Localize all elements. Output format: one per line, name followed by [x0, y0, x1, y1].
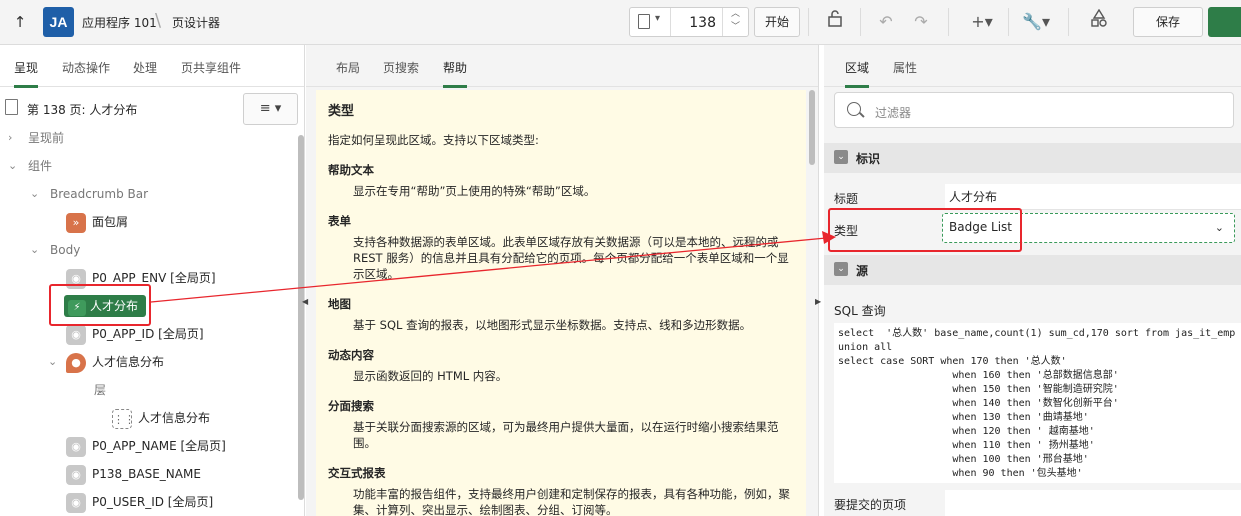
help-term: 交互式报表: [328, 466, 386, 480]
chevron-down-icon[interactable]: ⌄: [48, 348, 57, 376]
title-property: 标题 人才分布: [824, 184, 1241, 210]
mid-tabs: 布局 页搜索 帮助: [306, 45, 818, 88]
hidden-item-icon: ◉: [66, 464, 86, 485]
hidden-item-icon: ◉: [66, 492, 86, 513]
tab-layout[interactable]: 布局: [336, 59, 360, 85]
tab-help[interactable]: 帮助: [443, 59, 468, 88]
tab-attributes[interactable]: 属性: [893, 59, 917, 85]
annotation-box-selected-node: [49, 284, 151, 326]
help-term: 分面搜索: [328, 399, 374, 413]
items-to-submit-field[interactable]: [945, 490, 1241, 516]
help-scrollbar[interactable]: [809, 90, 815, 165]
tree-node-p138-base-name[interactable]: ◉ P138_BASE_NAME: [66, 460, 201, 488]
redo-icon[interactable]: ↷: [908, 9, 934, 35]
page-number-input[interactable]: 138: [689, 15, 716, 31]
help-title: 类型: [328, 104, 355, 119]
filter-placeholder: 过滤器: [875, 106, 912, 120]
page-selector[interactable]: ▾ 138 ︿ ﹀: [629, 7, 749, 37]
page-title[interactable]: 第 138 页: 人才分布: [27, 101, 137, 118]
create-menu-icon[interactable]: +▾: [965, 9, 999, 35]
help-desc: 基于 SQL 查询的报表，以地图形式显示坐标数据。支持点、线和多边形数据。: [353, 318, 752, 332]
property-editor-panel: 区域 属性 过滤器 ⌄ 标识 标题 人才分布 类型 Badge List ⌄ ⌄…: [824, 45, 1241, 516]
help-term: 动态内容: [328, 348, 374, 362]
help-intro: 指定如何呈现此区域。支持以下区域类型:: [328, 133, 539, 147]
annotation-box-type: [828, 208, 1022, 252]
chevron-down-icon[interactable]: ⌄: [30, 236, 39, 264]
arrow-up-icon[interactable]: ↑: [10, 12, 30, 32]
tree-node-p0-app-name[interactable]: ◉ P0_APP_NAME [全局页]: [66, 432, 226, 460]
chevron-down-icon[interactable]: ⌄: [30, 180, 39, 208]
filter-input[interactable]: 过滤器: [834, 92, 1234, 128]
chevron-down-icon[interactable]: ⌄: [834, 262, 848, 276]
collapse-left-icon[interactable]: ◀: [302, 297, 308, 306]
tree-menu-button[interactable]: ≡ ▾: [243, 93, 298, 125]
layer-icon: ⋮⋮: [112, 408, 135, 429]
help-desc: 显示函数返回的 HTML 内容。: [353, 369, 508, 383]
hidden-item-icon: ◉: [66, 436, 86, 457]
left-scrollbar[interactable]: [298, 135, 304, 500]
section-source[interactable]: ⌄ 源: [824, 255, 1241, 285]
page-icon: [5, 99, 18, 115]
items-to-submit-property: 要提交的页项: [824, 490, 1241, 516]
designer-toolbar: ↑ JA 应用程序 101 \ 页设计器 ▾ 138 ︿ ﹀ 开始 ↶ ↷ +▾ …: [0, 0, 1241, 45]
tree-node-layer-item[interactable]: ⋮⋮ 人才信息分布: [112, 404, 210, 432]
sql-query-editor[interactable]: select '总人数' base_name,count(1) sum_cd,1…: [834, 323, 1241, 483]
sql-query-label: SQL 查询: [834, 304, 886, 318]
help-desc: 显示在专用“帮助”页上使用的特殊“帮助”区域。: [353, 184, 596, 198]
help-desc: 支持各种数据源的表单区域。此表单区域存放有关数据源（可以是本地的、远程的或 RE…: [353, 235, 789, 281]
help-term: 地图: [328, 297, 351, 311]
page-icon: [638, 14, 650, 29]
breadcrumb-separator: \: [155, 10, 162, 31]
tree-node-breadcrumb[interactable]: » 面包屑: [66, 208, 128, 236]
breadcrumb-icon: »: [66, 212, 86, 233]
search-icon: [847, 102, 861, 116]
go-button[interactable]: 开始: [754, 7, 800, 37]
lock-icon[interactable]: [822, 9, 848, 35]
tab-region[interactable]: 区域: [845, 59, 870, 88]
wrench-icon[interactable]: 🔧▾: [1018, 9, 1054, 35]
tab-dynamic-actions[interactable]: 动态操作: [62, 59, 110, 85]
right-tabs: 区域 属性: [824, 45, 1241, 88]
section-identification[interactable]: ⌄ 标识: [824, 143, 1241, 173]
chevron-down-icon[interactable]: ⌄: [834, 150, 848, 164]
tab-processing[interactable]: 处理: [133, 59, 157, 85]
title-field[interactable]: 人才分布: [945, 184, 1241, 210]
shared-components-icon[interactable]: [1087, 8, 1111, 35]
chevron-right-icon[interactable]: ›: [8, 124, 12, 152]
page-designer-label: 页设计器: [172, 16, 221, 30]
chevron-down-icon[interactable]: ⌄: [8, 152, 17, 180]
help-desc: 功能丰富的报告组件，支持最终用户创建和定制保存的报表，具有各种功能，例如，聚集、…: [353, 487, 790, 516]
tab-shared-components[interactable]: 页共享组件: [181, 59, 241, 85]
page-header: 第 138 页: 人才分布 ≡ ▾: [0, 93, 305, 125]
menu-icon: ≡: [259, 101, 271, 116]
title-label: 标题: [834, 192, 859, 206]
chevron-down-icon: ⌄: [1214, 221, 1224, 234]
help-term: 帮助文本: [328, 163, 374, 177]
rendering-tree-panel: 呈现 动态操作 处理 页共享组件 第 138 页: 人才分布 ≡ ▾ › 呈现前…: [0, 45, 305, 516]
help-desc: 基于关联分面搜索源的区域，可为最终用户提供大量面，以在运行时缩小搜索结果范围。: [353, 420, 779, 450]
app-name-link[interactable]: 应用程序 101: [82, 14, 157, 31]
app-logo[interactable]: JA: [43, 7, 74, 37]
tab-rendering[interactable]: 呈现: [14, 59, 39, 88]
hidden-item-icon: ◉: [66, 324, 86, 345]
help-panel: 布局 页搜索 帮助 类型 指定如何呈现此区域。支持以下区域类型: 帮助文本 显示…: [302, 45, 821, 516]
tab-page-search[interactable]: 页搜索: [383, 59, 419, 85]
map-pin-icon: ●: [66, 352, 86, 373]
left-tabs: 呈现 动态操作 处理 页共享组件: [0, 45, 304, 88]
items-to-submit-label: 要提交的页项: [834, 498, 907, 512]
tree-node-p0-user-id[interactable]: ◉ P0_USER_ID [全局页]: [66, 488, 213, 516]
page-stepper[interactable]: ︿ ﹀: [722, 8, 748, 36]
chevron-down-icon[interactable]: ▾: [655, 13, 660, 24]
undo-icon[interactable]: ↶: [873, 9, 899, 35]
help-content: 类型 指定如何呈现此区域。支持以下区域类型: 帮助文本 显示在专用“帮助”页上使…: [316, 90, 806, 516]
collapse-right-icon[interactable]: ▶: [815, 297, 821, 306]
run-button[interactable]: [1208, 7, 1241, 37]
save-button[interactable]: 保存: [1133, 7, 1203, 37]
help-term: 表单: [328, 214, 351, 228]
